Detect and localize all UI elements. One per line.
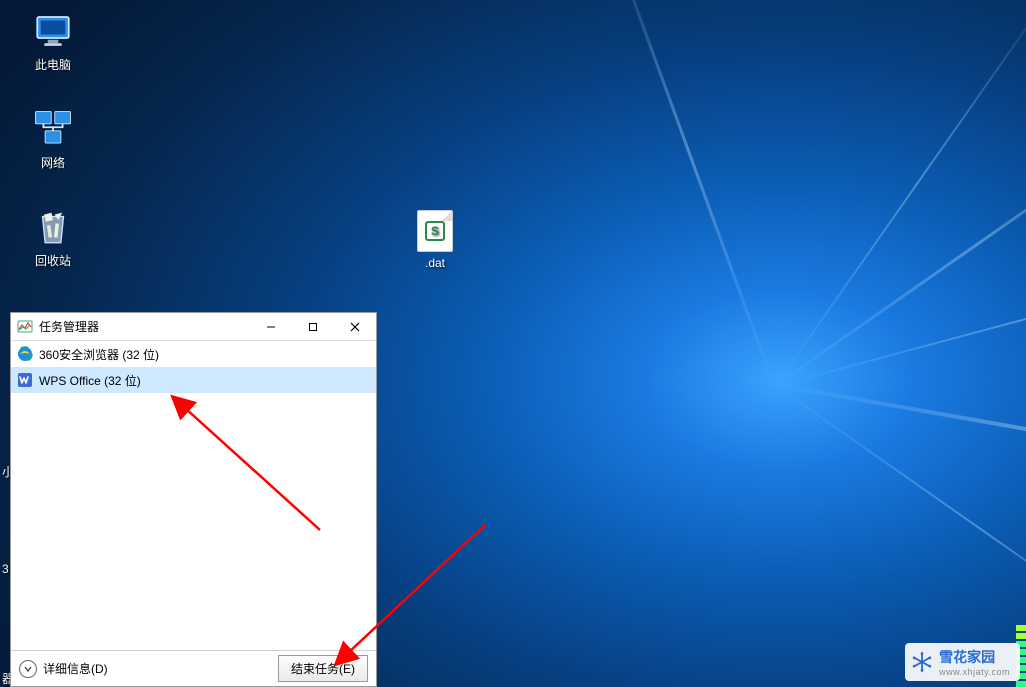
cropped-text: 3 [2, 562, 9, 576]
file-label: .dat [425, 256, 445, 270]
details-label: 详细信息(D) [43, 660, 108, 677]
maximize-button[interactable] [292, 313, 334, 341]
desktop-file-dat[interactable]: S .dat [405, 210, 465, 270]
desktop-icon-this-pc[interactable]: 此电脑 [18, 10, 88, 73]
chevron-down-icon [19, 660, 37, 678]
ie-icon [17, 346, 33, 362]
watermark-title: 雪花家园 [939, 649, 995, 665]
task-manager-window: 任务管理器 360安全浏览器 (32 位) [10, 312, 377, 687]
desktop-icon-label: 此电脑 [35, 56, 71, 73]
window-title: 任务管理器 [39, 318, 250, 335]
titlebar[interactable]: 任务管理器 [11, 313, 376, 341]
file-badge: S [425, 221, 445, 241]
details-toggle[interactable]: 详细信息(D) [19, 660, 108, 678]
process-list: 360安全浏览器 (32 位) WPS Office (32 位) [11, 341, 376, 650]
end-task-button[interactable]: 结束任务(E) [278, 655, 368, 682]
desktop-icon-label: 回收站 [35, 252, 71, 269]
wps-icon [17, 372, 33, 388]
process-name: WPS Office (32 位) [39, 372, 141, 389]
watermark-url: www.xhjaty.com [939, 667, 1010, 677]
file-document-icon: S [417, 210, 453, 252]
desktop-icon-network[interactable]: 网络 [18, 108, 88, 171]
snowflake-icon [911, 651, 933, 673]
process-row-360-browser[interactable]: 360安全浏览器 (32 位) [11, 341, 376, 367]
watermark: 雪花家园 www.xhjaty.com [905, 643, 1020, 681]
process-name: 360安全浏览器 (32 位) [39, 346, 159, 363]
minimize-button[interactable] [250, 313, 292, 341]
task-manager-icon [17, 319, 33, 335]
close-button[interactable] [334, 313, 376, 341]
network-icon [32, 108, 74, 150]
task-manager-footer: 详细信息(D) 结束任务(E) [11, 650, 376, 686]
desktop-icon-recycle-bin[interactable]: 回收站 [18, 206, 88, 269]
desktop-icon-label: 网络 [41, 154, 65, 171]
process-row-wps-office[interactable]: WPS Office (32 位) [11, 367, 376, 393]
monitor-icon [32, 10, 74, 52]
recycle-bin-icon [32, 206, 74, 248]
